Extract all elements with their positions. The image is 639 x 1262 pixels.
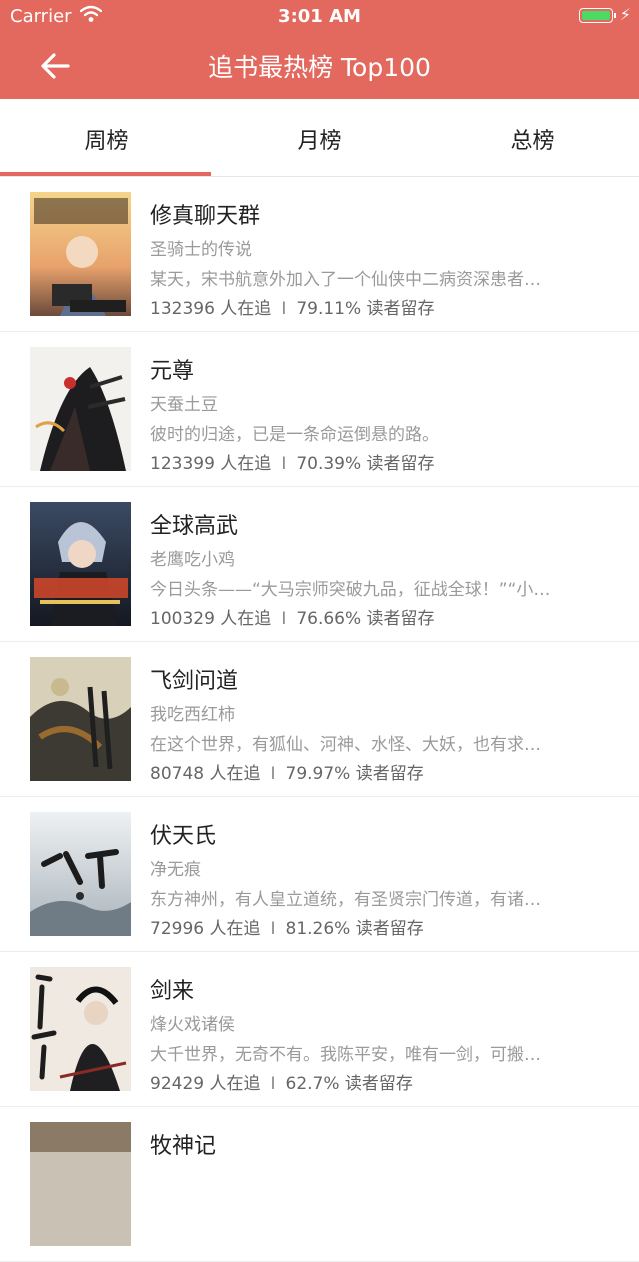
book-title: 飞剑问道 [150,669,239,694]
book-stats: 123399 人在追 I 70.39% 读者留存 [150,449,435,474]
book-item[interactable]: 元尊 天蚕土豆 彼时的归途，已是一条命运倒悬的路。 123399 人在追 I 70.… [0,332,639,487]
book-author: 圣骑士的传说 [150,240,252,260]
book-retention: 79.11% 读者留存 [296,299,435,319]
book-cover [30,812,131,936]
book-retention: 76.66% 读者留存 [296,609,435,629]
book-followers: 80748 人在追 [150,764,261,784]
book-followers: 92429 人在追 [150,1074,261,1094]
book-title: 修真聊天群 [150,204,261,229]
book-item[interactable]: 修真聊天群 圣骑士的传说 某天，宋书航意外加入了一个仙侠中二病资深患者… 132… [0,177,639,332]
stats-separator: I [270,1074,276,1094]
tab-weekly[interactable]: 周榜 [0,123,213,155]
status-bar: Carrier 3:01 AM ⚡ [0,0,639,34]
stats-separator: I [281,299,287,319]
book-item[interactable]: 牧神记 [0,1107,639,1262]
book-stats: 132396 人在追 I 79.11% 读者留存 [150,294,435,319]
book-title: 元尊 [150,359,195,384]
book-retention: 62.7% 读者留存 [285,1074,413,1094]
book-description: 大千世界，无奇不有。我陈平安，唯有一剑，可搬… [150,1045,541,1065]
book-item[interactable]: 剑来 烽火戏诸侯 大千世界，无奇不有。我陈平安，唯有一剑，可搬… 92429 人… [0,952,639,1107]
book-author: 烽火戏诸侯 [150,1015,235,1035]
status-time: 3:01 AM [278,6,361,27]
tab-overall[interactable]: 总榜 [426,123,639,155]
battery-icon [579,8,613,23]
stats-separator: I [270,919,276,939]
book-cover [30,967,131,1091]
book-title: 牧神记 [150,1134,217,1159]
book-stats: 100329 人在追 I 76.66% 读者留存 [150,604,435,629]
book-author: 老鹰吃小鸡 [150,550,235,570]
book-stats: 72996 人在追 I 81.26% 读者留存 [150,914,424,939]
book-retention: 70.39% 读者留存 [296,454,435,474]
stats-separator: I [270,764,276,784]
book-description: 在这个世界，有狐仙、河神、水怪、大妖，也有求… [150,735,541,755]
book-title: 伏天氏 [150,824,217,849]
book-cover [30,657,131,781]
book-cover [30,347,131,471]
book-retention: 79.97% 读者留存 [285,764,424,784]
page-title: 追书最热榜 Top100 [208,53,431,82]
bolt-icon: ⚡ [619,5,631,24]
book-title: 全球高武 [150,514,239,539]
book-description: 今日头条——“大马宗师突破九品，征战全球！”“小… [150,580,551,600]
book-author: 净无痕 [150,860,201,880]
book-author: 我吃西红柿 [150,705,235,725]
book-item[interactable]: 全球高武 老鹰吃小鸡 今日头条——“大马宗师突破九品，征战全球！”“小… 100… [0,487,639,642]
tab-selected-indicator [0,172,211,176]
nav-bar: 追书最热榜 Top100 [0,34,639,99]
book-cover [30,502,131,626]
book-item[interactable]: 飞剑问道 我吃西红柿 在这个世界，有狐仙、河神、水怪、大妖，也有求… 80748… [0,642,639,797]
book-item[interactable]: 伏天氏 净无痕 东方神州，有人皇立道统，有圣贤宗门传道，有诸… 72996 人在… [0,797,639,952]
book-author: 天蚕土豆 [150,395,218,415]
book-stats: 80748 人在追 I 79.97% 读者留存 [150,759,424,784]
stats-separator: I [281,609,287,629]
book-cover [30,1122,131,1246]
book-cover [30,192,131,316]
book-description: 东方神州，有人皇立道统，有圣贤宗门传道，有诸… [150,890,541,910]
book-followers: 123399 人在追 [150,454,272,474]
book-description: 某天，宋书航意外加入了一个仙侠中二病资深患者… [150,270,541,290]
book-list[interactable]: 修真聊天群 圣骑士的传说 某天，宋书航意外加入了一个仙侠中二病资深患者… 132… [0,177,639,1262]
book-followers: 72996 人在追 [150,919,261,939]
tab-bar: 周榜 月榜 总榜 [0,99,639,177]
book-title: 剑来 [150,979,195,1004]
book-stats: 92429 人在追 I 62.7% 读者留存 [150,1069,413,1094]
book-retention: 81.26% 读者留存 [285,919,424,939]
book-followers: 132396 人在追 [150,299,272,319]
book-followers: 100329 人在追 [150,609,272,629]
tab-monthly[interactable]: 月榜 [213,123,426,155]
book-description: 彼时的归途，已是一条命运倒悬的路。 [150,425,439,445]
stats-separator: I [281,454,287,474]
